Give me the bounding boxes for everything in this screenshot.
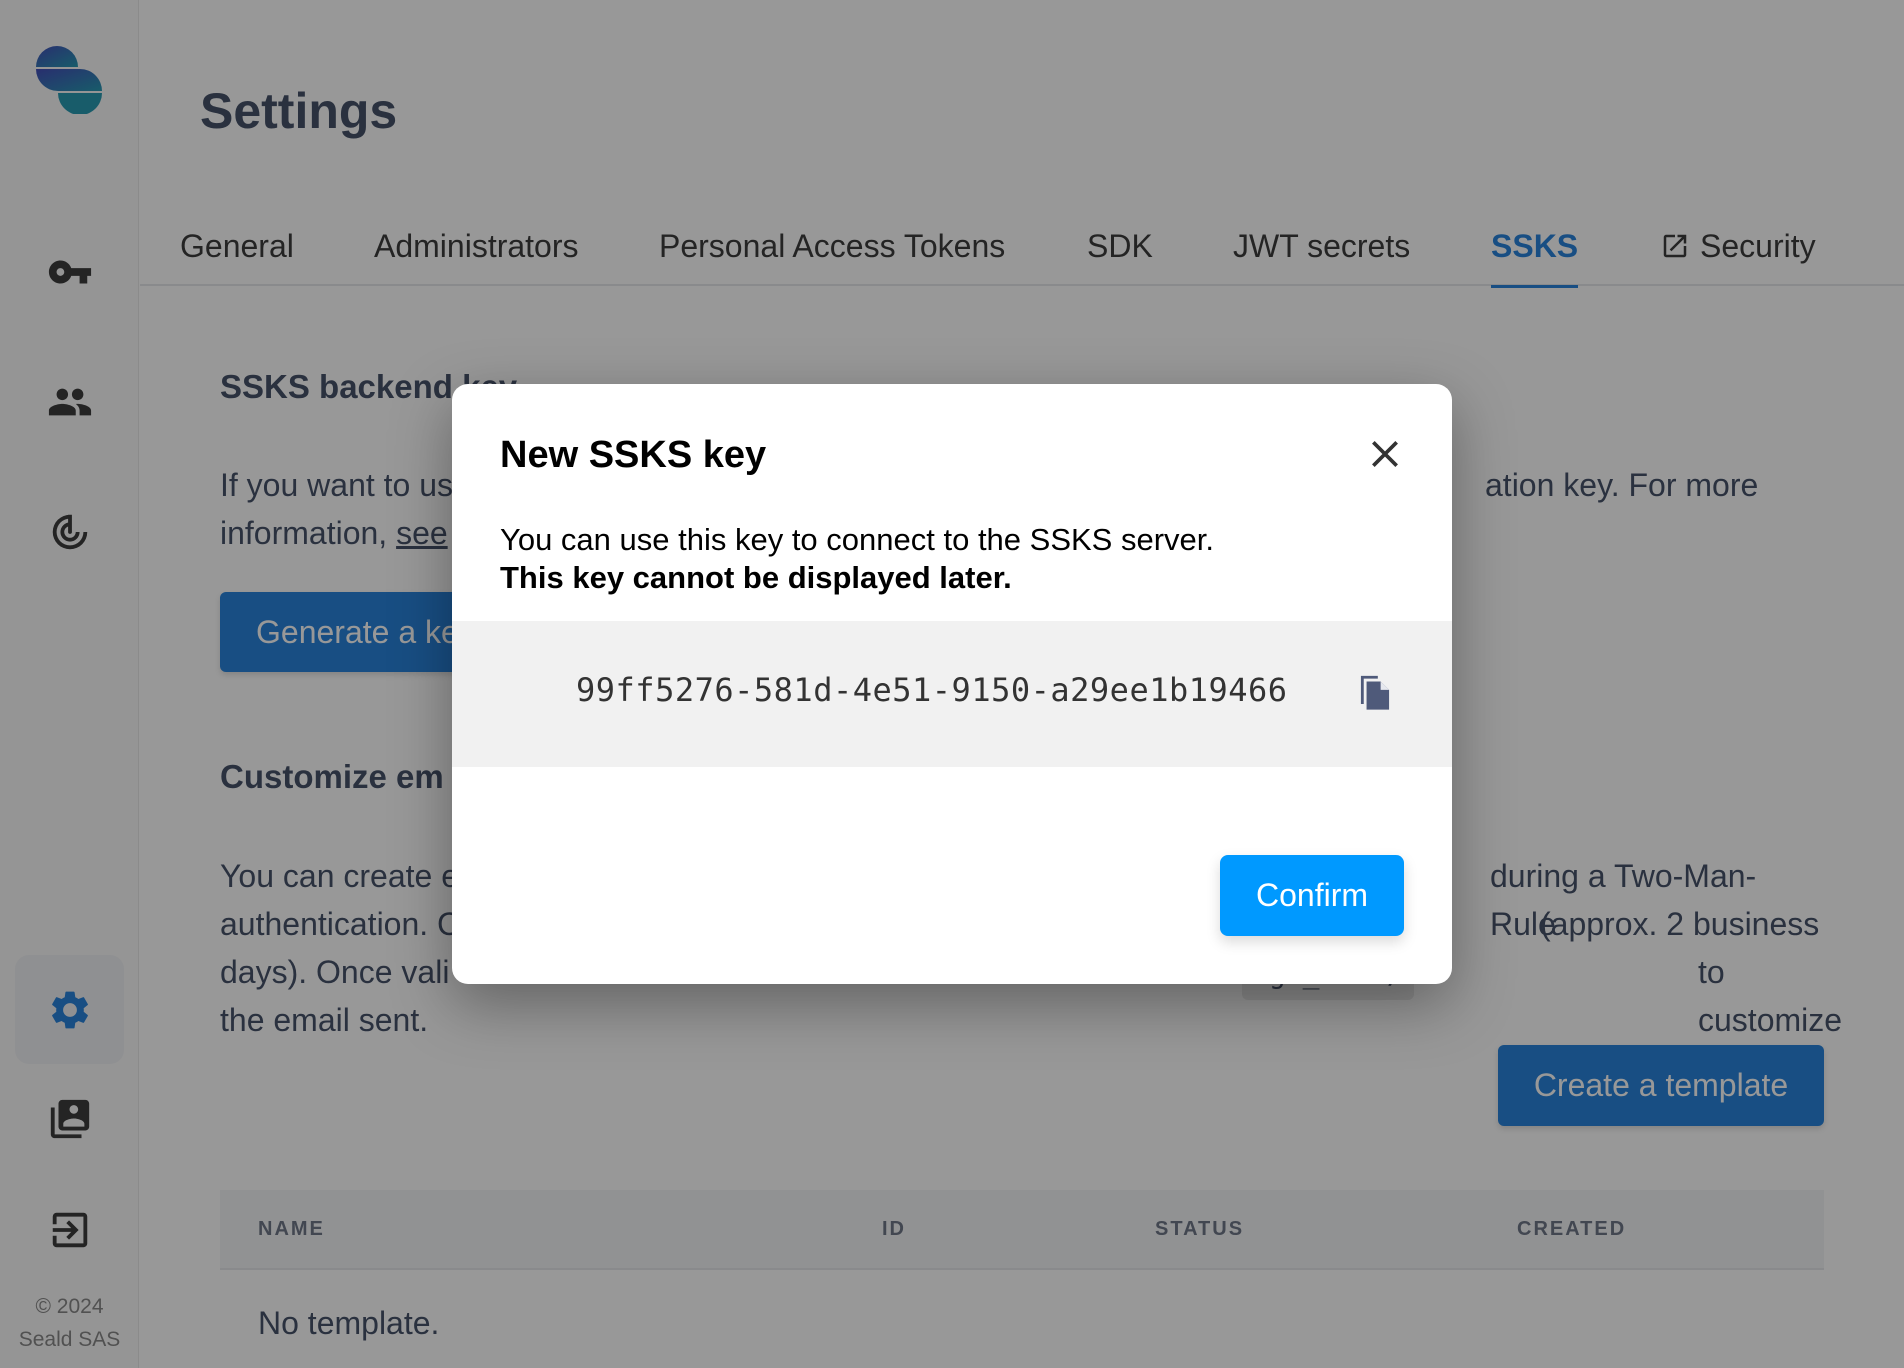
confirm-button[interactable]: Confirm [1220, 855, 1404, 936]
copy-icon[interactable] [1358, 673, 1392, 711]
dialog-description-text: You can use this key to connect to the S… [500, 522, 1214, 557]
dialog-warning-text: This key cannot be displayed later. [500, 560, 1012, 595]
ssks-key-value[interactable]: 99ff5276-581d-4e51-9150-a29ee1b19466 [576, 671, 1288, 709]
new-ssks-key-dialog: New SSKS key You can use this key to con… [452, 384, 1452, 984]
dialog-title: New SSKS key [500, 434, 767, 476]
dialog-description: You can use this key to connect to the S… [500, 521, 1214, 597]
close-icon[interactable] [1365, 434, 1405, 474]
key-display: 99ff5276-581d-4e51-9150-a29ee1b19466 [452, 621, 1452, 767]
